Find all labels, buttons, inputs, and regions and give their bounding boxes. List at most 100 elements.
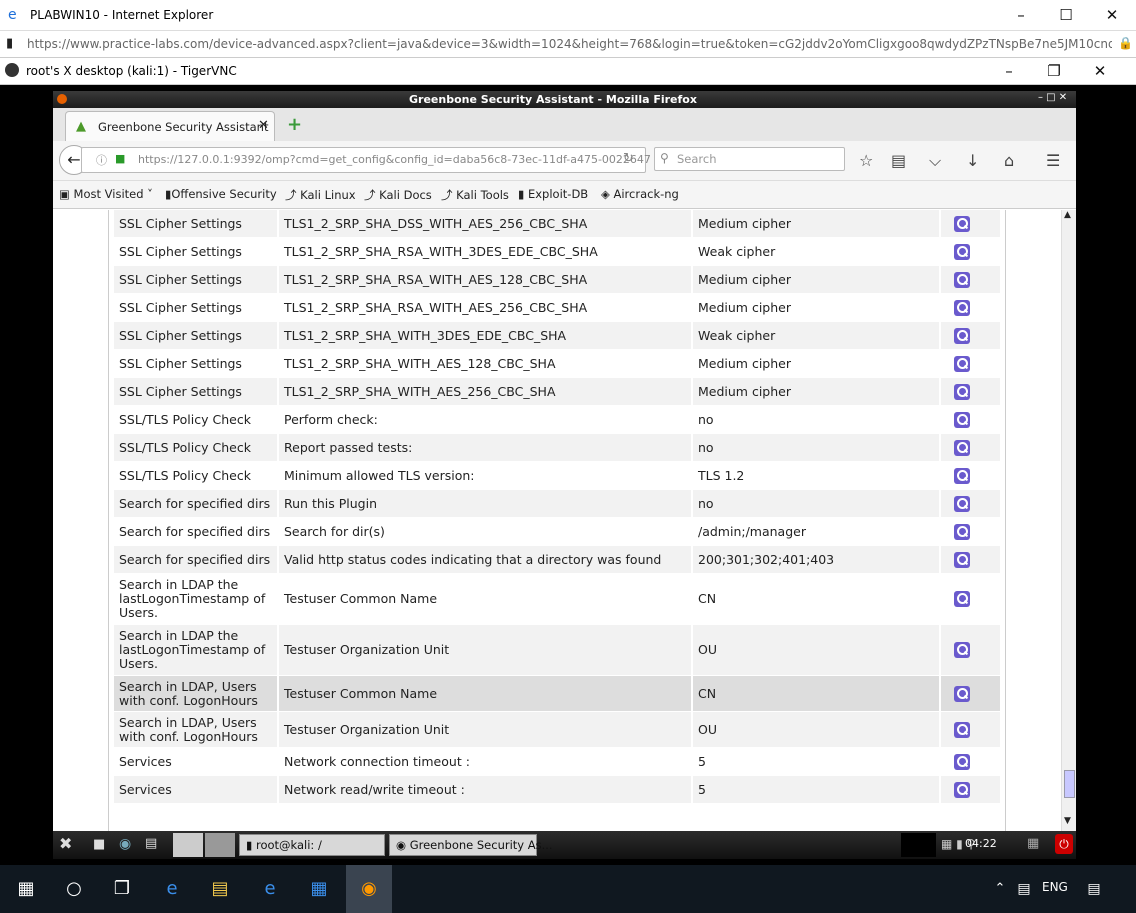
greenbone-icon: ▲ bbox=[76, 119, 86, 134]
file-explorer-icon[interactable]: ▤ bbox=[208, 877, 232, 901]
table-row: SSL/TLS Policy Check Report passed tests:… bbox=[114, 434, 1000, 461]
details-icon[interactable] bbox=[954, 411, 970, 428]
search-box[interactable]: ⚲ Search bbox=[654, 147, 845, 171]
table-row: SSL Cipher Settings TLS1_2_SRP_SHA_RSA_WI… bbox=[114, 238, 1000, 265]
ie-logo-icon: e bbox=[8, 7, 17, 23]
download-icon[interactable]: ↓ bbox=[966, 151, 979, 170]
details-icon[interactable] bbox=[954, 467, 970, 484]
vnc-restore-button[interactable]: ❐ bbox=[1031, 56, 1077, 87]
value-cell: 200;301;302;401;403 bbox=[693, 546, 939, 573]
url-bar[interactable]: ⓘ ■ https://127.0.0.1:9392/omp?cmd=get_c… bbox=[81, 147, 651, 173]
minimize-button[interactable]: – bbox=[998, 0, 1044, 31]
preference-name-cell: TLS1_2_SRP_SHA_RSA_WITH_AES_128_CBC_SHA bbox=[279, 266, 691, 293]
table-row: SSL Cipher Settings TLS1_2_SRP_SHA_WITH_3… bbox=[114, 322, 1000, 349]
family-cell: SSL Cipher Settings bbox=[114, 210, 277, 237]
tab-label: Greenbone Security Assistant bbox=[98, 120, 269, 134]
details-icon[interactable] bbox=[954, 327, 970, 344]
ie-url[interactable]: https://www.practice-labs.com/device-adv… bbox=[27, 37, 1112, 51]
preference-name-cell: TLS1_2_SRP_SHA_DSS_WITH_AES_256_CBC_SHA bbox=[279, 210, 691, 237]
preference-name-cell: Testuser Organization Unit bbox=[279, 625, 691, 675]
reading-list-icon[interactable]: ▤ bbox=[891, 151, 906, 170]
scroll-thumb[interactable] bbox=[1064, 770, 1075, 798]
bookmark-most-visited[interactable]: ▣ Most Visited ˅ bbox=[59, 187, 153, 201]
details-icon[interactable] bbox=[954, 355, 970, 372]
firefox-launcher-icon[interactable] bbox=[173, 833, 203, 857]
close-button[interactable]: ✕ bbox=[1089, 0, 1135, 31]
value-cell: CN bbox=[693, 574, 939, 624]
workspace-switcher[interactable] bbox=[205, 833, 235, 857]
task-terminal[interactable]: ▮ root@kali: / bbox=[239, 834, 385, 856]
details-icon[interactable] bbox=[954, 721, 970, 738]
preference-name-cell: Testuser Organization Unit bbox=[279, 712, 691, 747]
preference-name-cell: Perform check: bbox=[279, 406, 691, 433]
details-icon[interactable] bbox=[954, 551, 970, 568]
pocket-icon[interactable]: ⌵ bbox=[929, 151, 941, 171]
show-desktop-icon[interactable]: ■ bbox=[93, 837, 105, 852]
firefox-title-bar: Greenbone Security Assistant - Mozilla F… bbox=[53, 91, 1076, 108]
show-hidden-icons[interactable]: ⌃ bbox=[988, 877, 1012, 901]
tab-close-icon[interactable]: ✕ bbox=[258, 118, 269, 133]
family-cell: Search for specified dirs bbox=[114, 490, 277, 517]
value-cell: 5 bbox=[693, 776, 939, 803]
family-cell: Search for specified dirs bbox=[114, 546, 277, 573]
actions-cell bbox=[941, 748, 1000, 775]
task-firefox[interactable]: ◉ Greenbone Security As... bbox=[389, 834, 553, 856]
edge-icon[interactable]: e bbox=[160, 877, 184, 901]
bookmark-exploit-db[interactable]: ▮ Exploit-DB bbox=[518, 187, 588, 201]
tab-greenbone[interactable]: ▲ Greenbone Security Assistant ✕ bbox=[65, 111, 275, 141]
bookmark-star-icon[interactable]: ☆ bbox=[859, 151, 873, 170]
kali-panel: ✖ ■ ◉ ▤ ▮ root@kali: / ◉ Greenbone Secur… bbox=[53, 831, 1076, 859]
browser-launcher-icon[interactable]: ◉ bbox=[119, 836, 131, 852]
bookmark-kali-docs[interactable]: ⤴ Kali Docs bbox=[364, 187, 432, 203]
url-text[interactable]: https://127.0.0.1:9392/omp?cmd=get_confi… bbox=[138, 153, 651, 166]
tigervnc-taskbar-item[interactable]: ◉ bbox=[346, 865, 392, 913]
vertical-scrollbar[interactable]: ▲ ▼ bbox=[1061, 210, 1076, 831]
details-icon[interactable] bbox=[954, 215, 970, 232]
details-icon[interactable] bbox=[954, 299, 970, 316]
power-icon[interactable]: ⏻ bbox=[1055, 834, 1073, 854]
home-icon[interactable]: ⌂ bbox=[1004, 151, 1014, 170]
details-icon[interactable] bbox=[954, 439, 970, 456]
ie-address-bar[interactable]: ▮ https://www.practice-labs.com/device-a… bbox=[0, 31, 1136, 58]
notifications-icon[interactable]: ▤ bbox=[1082, 877, 1106, 901]
building-app-icon[interactable]: ▦ bbox=[307, 877, 331, 901]
reload-icon[interactable]: ↻ bbox=[623, 151, 634, 166]
firefox-window-controls[interactable]: – □ ✕ bbox=[1038, 92, 1067, 103]
details-icon[interactable] bbox=[954, 685, 970, 702]
bookmark-offensive-security[interactable]: ▮Offensive Security bbox=[165, 187, 277, 201]
details-icon[interactable] bbox=[954, 591, 970, 607]
vnc-close-button[interactable]: ✕ bbox=[1077, 56, 1123, 87]
info-icon[interactable]: ⓘ bbox=[96, 152, 107, 168]
details-icon[interactable] bbox=[954, 753, 970, 770]
files-launcher-icon[interactable]: ▤ bbox=[145, 836, 157, 851]
maximize-button[interactable]: ☐ bbox=[1043, 0, 1089, 31]
task-view-icon[interactable]: ❐ bbox=[110, 877, 134, 901]
vnc-minimize-button[interactable]: – bbox=[986, 56, 1032, 87]
details-icon[interactable] bbox=[954, 271, 970, 288]
details-icon[interactable] bbox=[954, 243, 970, 260]
start-icon[interactable]: ▦ bbox=[14, 877, 38, 901]
details-icon[interactable] bbox=[954, 495, 970, 512]
preference-name-cell: TLS1_2_SRP_SHA_RSA_WITH_AES_256_CBC_SHA bbox=[279, 294, 691, 321]
details-icon[interactable] bbox=[954, 383, 970, 400]
preference-name-cell: Search for dir(s) bbox=[279, 518, 691, 545]
details-icon[interactable] bbox=[954, 642, 970, 658]
value-cell: Medium cipher bbox=[693, 210, 939, 237]
cortana-icon[interactable]: ○ bbox=[62, 877, 86, 901]
bookmark-kali-linux[interactable]: ⤴ Kali Linux bbox=[285, 187, 356, 203]
bookmarks-toolbar: ▣ Most Visited ˅ ▮Offensive Security ⤴ K… bbox=[53, 181, 1076, 209]
menu-icon[interactable]: ☰ bbox=[1046, 151, 1060, 170]
scroll-up-arrow[interactable]: ▲ bbox=[1064, 210, 1071, 220]
new-tab-icon[interactable]: + bbox=[287, 114, 302, 135]
scroll-down-arrow[interactable]: ▼ bbox=[1064, 816, 1071, 826]
user-icon[interactable]: ▦ bbox=[1027, 836, 1039, 851]
bookmark-kali-tools[interactable]: ⤴ Kali Tools bbox=[441, 187, 509, 203]
network-icon[interactable]: ▤ bbox=[1012, 877, 1036, 901]
bookmark-aircrack-ng[interactable]: ◈ Aircrack-ng bbox=[601, 187, 679, 201]
language-indicator[interactable]: ENG bbox=[1042, 880, 1068, 894]
family-cell: SSL Cipher Settings bbox=[114, 238, 277, 265]
details-icon[interactable] bbox=[954, 523, 970, 540]
kali-menu-icon[interactable]: ✖ bbox=[59, 834, 72, 853]
internet-explorer-icon[interactable]: e bbox=[258, 877, 282, 901]
details-icon[interactable] bbox=[954, 781, 970, 798]
